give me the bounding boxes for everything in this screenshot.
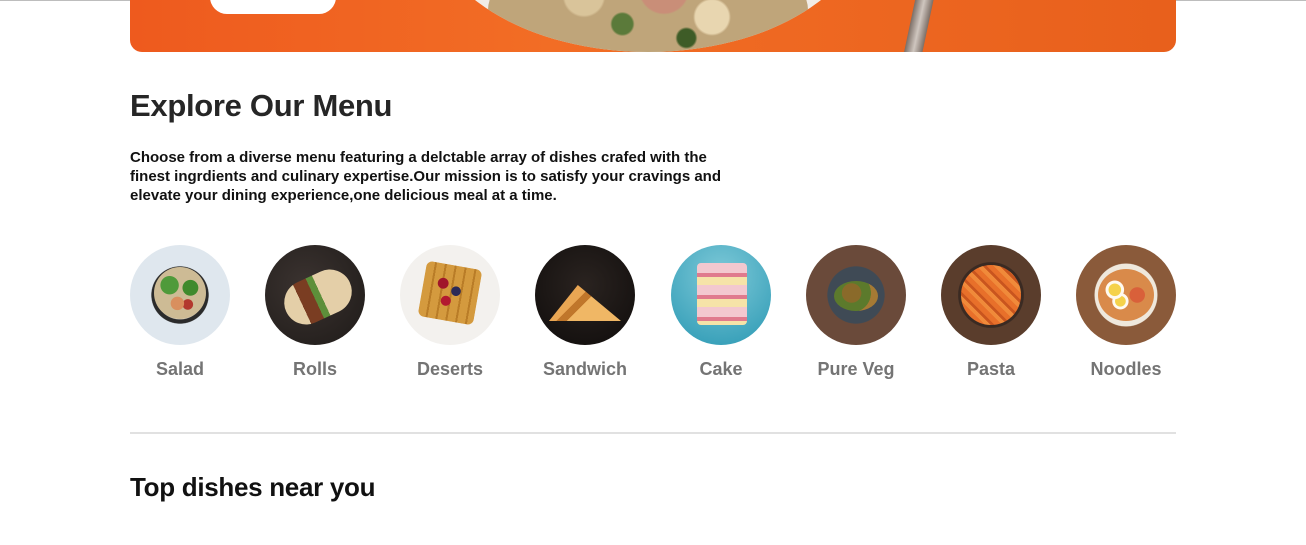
category-item-sandwich[interactable]: Sandwich [535, 245, 635, 380]
top-dishes-title: Top dishes near you [130, 472, 376, 502]
rolls-image[interactable] [265, 245, 365, 345]
menu-category-list: Salad Rolls Deserts Sandwich Cake Pure V… [130, 245, 1176, 395]
explore-menu-description: Choose from a diverse menu featuring a d… [130, 149, 721, 204]
category-label-deserts: Deserts [416, 359, 484, 379]
hero-fork-image [902, 0, 936, 52]
category-item-salad[interactable]: Salad [130, 245, 230, 380]
cake-image[interactable] [671, 245, 771, 345]
category-label-sandwich: Sandwich [542, 359, 627, 379]
hero-plate-image [428, 0, 868, 52]
hero-banner [130, 0, 1176, 52]
category-label-pure-veg: Pure Veg [817, 359, 895, 379]
hero-view-menu-button[interactable] [210, 0, 336, 14]
category-item-noodles[interactable]: Noodles [1076, 245, 1176, 380]
category-item-rolls[interactable]: Rolls [265, 245, 365, 380]
category-label-salad: Salad [155, 359, 205, 379]
sandwich-image[interactable] [535, 245, 635, 345]
explore-menu-title: Explore Our Menu [130, 88, 393, 123]
category-item-pasta[interactable]: Pasta [941, 245, 1041, 380]
pure-veg-image[interactable] [806, 245, 906, 345]
category-item-cake[interactable]: Cake [671, 245, 771, 380]
category-label-noodles: Noodles [1090, 359, 1162, 379]
category-item-deserts[interactable]: Deserts [400, 245, 500, 380]
pasta-image[interactable] [941, 245, 1041, 345]
category-label-cake: Cake [699, 359, 743, 379]
hero-food-image [488, 0, 808, 52]
category-label-rolls: Rolls [292, 359, 337, 379]
category-label-pasta: Pasta [966, 359, 1016, 379]
noodles-image[interactable] [1076, 245, 1176, 345]
salad-image[interactable] [130, 245, 230, 345]
category-item-pure-veg[interactable]: Pure Veg [806, 245, 906, 380]
section-divider [130, 432, 1176, 434]
deserts-image[interactable] [400, 245, 500, 345]
